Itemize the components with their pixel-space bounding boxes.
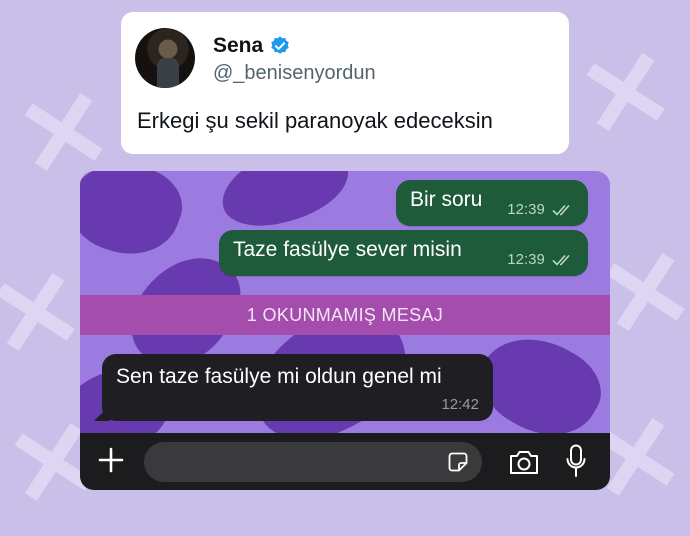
unread-messages-divider: 1 OKUNMAMIŞ MESAJ bbox=[80, 295, 610, 335]
message-text: Sen taze fasülye mi oldun genel mi bbox=[116, 365, 442, 388]
sticker-icon[interactable] bbox=[448, 452, 468, 472]
outgoing-message[interactable]: Bir soru 12:39 bbox=[396, 180, 588, 226]
chat-screenshot: Bir soru 12:39 Taze fasülye sever misin … bbox=[80, 171, 610, 490]
tweet-handle[interactable]: @_benisenyordun bbox=[213, 62, 376, 85]
message-text: Taze fasülye sever misin bbox=[233, 238, 462, 261]
plus-icon[interactable] bbox=[96, 445, 126, 475]
wallpaper-butterfly bbox=[213, 171, 357, 237]
message-time: 12:39 bbox=[507, 201, 545, 218]
verified-badge-icon bbox=[271, 36, 289, 54]
message-text: Bir soru bbox=[410, 188, 483, 211]
double-check-icon bbox=[552, 254, 570, 266]
message-input-bar bbox=[80, 433, 610, 490]
message-time: 12:42 bbox=[441, 396, 479, 413]
message-time: 12:39 bbox=[507, 251, 545, 268]
tweet-text: Erkegi şu sekil paranoyak edeceksin bbox=[137, 108, 493, 133]
outgoing-message[interactable]: Taze fasülye sever misin 12:39 bbox=[219, 230, 588, 276]
message-input[interactable] bbox=[144, 442, 482, 482]
background-watermark: ✕ bbox=[568, 24, 685, 165]
avatar[interactable] bbox=[135, 28, 195, 88]
incoming-message[interactable]: Sen taze fasülye mi oldun genel mi 12:42 bbox=[102, 354, 493, 421]
tweet-card: Sena @_benisenyordun Erkegi şu sekil par… bbox=[121, 12, 569, 154]
camera-icon[interactable] bbox=[508, 448, 540, 476]
message-meta: 12:39 bbox=[507, 201, 574, 218]
message-meta: 12:39 bbox=[507, 251, 574, 268]
wallpaper-butterfly bbox=[80, 171, 193, 270]
double-check-icon bbox=[552, 204, 570, 216]
tweet-author-name[interactable]: Sena bbox=[213, 34, 263, 58]
microphone-icon[interactable] bbox=[566, 444, 586, 478]
